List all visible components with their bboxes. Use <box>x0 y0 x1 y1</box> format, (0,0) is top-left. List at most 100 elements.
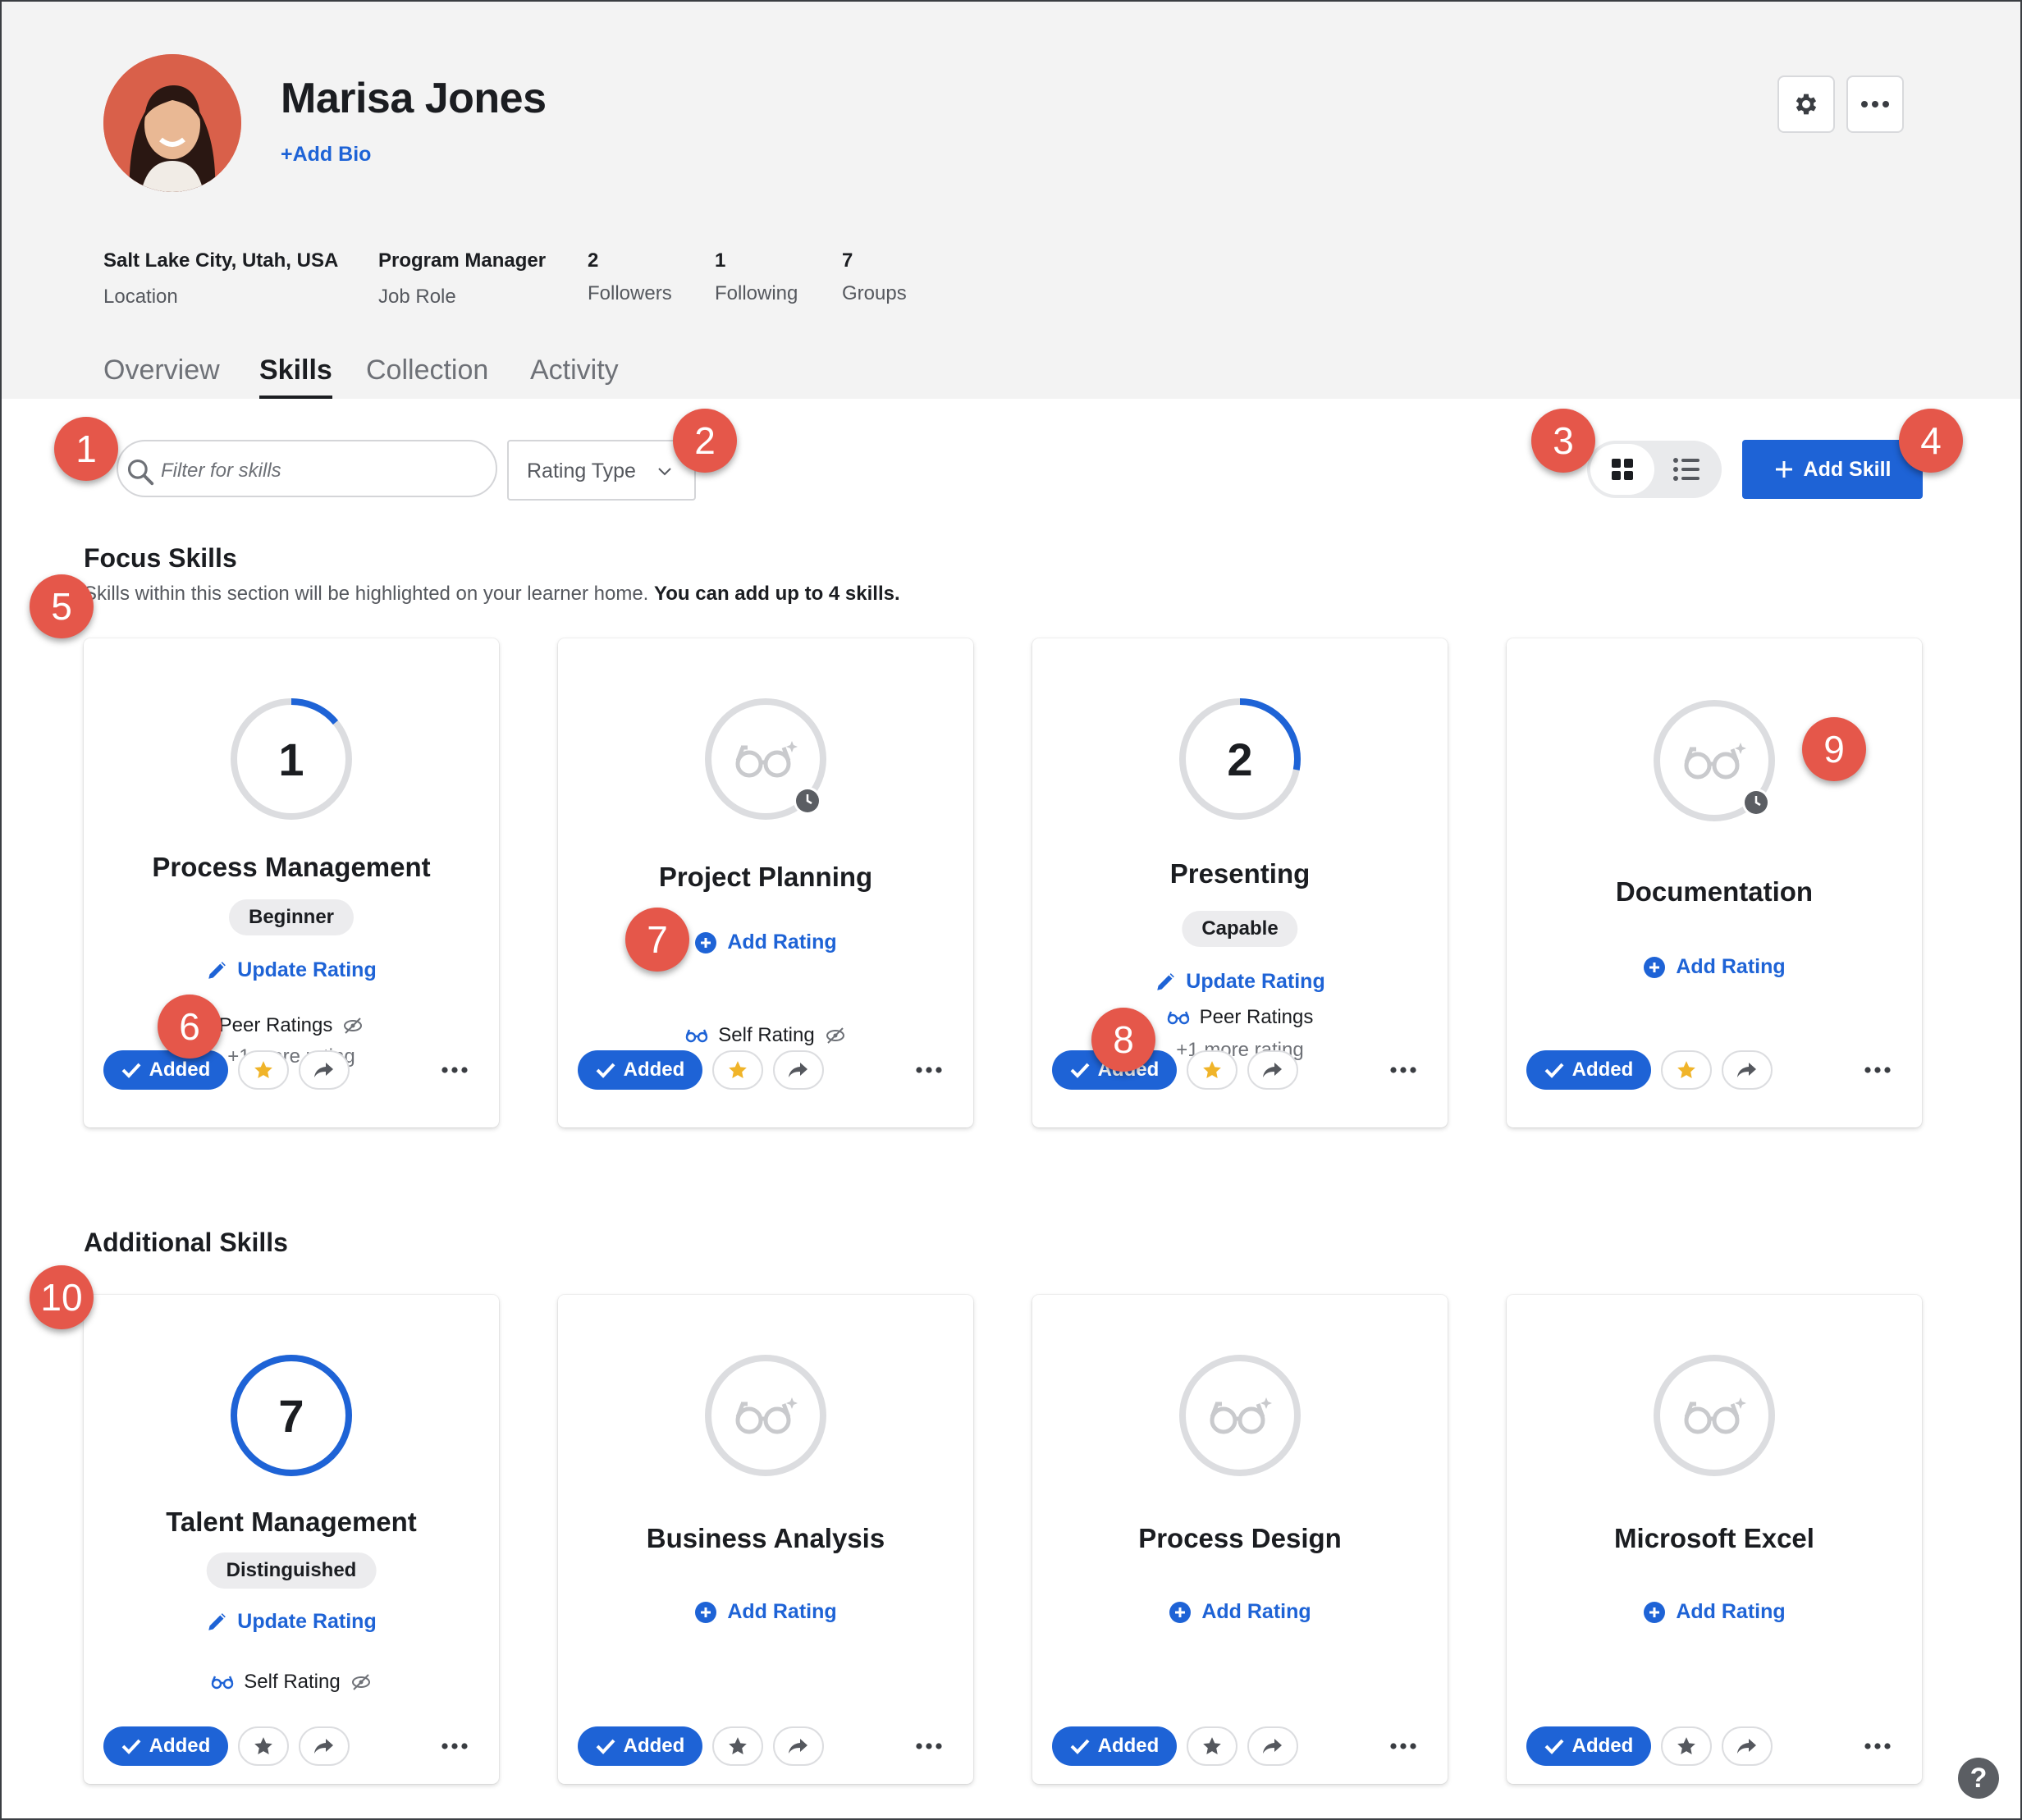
update-rating-link[interactable]: Update Rating <box>84 958 499 982</box>
add-bio-link[interactable]: +Add Bio <box>281 143 371 167</box>
focus-star-button[interactable] <box>1187 1050 1237 1090</box>
added-label: Added <box>623 1059 685 1081</box>
share-icon <box>1737 1739 1756 1754</box>
card-more-button[interactable] <box>1861 1726 1894 1766</box>
glasses-icon <box>1167 1011 1189 1025</box>
skill-card[interactable]: Microsoft Excel Add Rating Added <box>1507 1295 1922 1784</box>
focus-star-button[interactable] <box>712 1726 763 1766</box>
card-more-button[interactable] <box>913 1050 945 1090</box>
added-button[interactable]: Added <box>1526 1726 1651 1766</box>
added-button[interactable]: Added <box>103 1050 228 1090</box>
add-rating-link[interactable]: Add Rating <box>1507 1600 1922 1624</box>
skill-card[interactable]: Process Design Add Rating Added <box>1032 1295 1448 1784</box>
skill-card[interactable]: Documentation Add Rating Added <box>1507 638 1922 1127</box>
meta-label: Groups <box>842 282 907 304</box>
eye-off-icon <box>826 1027 844 1044</box>
skill-title: Process Management <box>152 852 431 882</box>
meta-value: Program Manager <box>378 249 547 272</box>
focus-star-button[interactable] <box>1661 1050 1712 1090</box>
added-label: Added <box>149 1735 211 1757</box>
meta-value: 1 <box>715 249 726 272</box>
settings-button[interactable] <box>1777 75 1835 133</box>
profile-header: Marisa Jones +Add Bio Salt Lake City, Ut… <box>2 2 2020 399</box>
card-more-button[interactable] <box>438 1726 471 1766</box>
focus-star-button[interactable] <box>712 1050 763 1090</box>
skill-level-number: 1 <box>278 733 304 785</box>
focus-star-button[interactable] <box>1661 1726 1712 1766</box>
update-rating-link[interactable]: Update Rating <box>1032 970 1448 994</box>
callout-marker: 3 <box>1531 409 1595 473</box>
tab-skills[interactable]: Skills <box>259 354 332 399</box>
skill-card[interactable]: 7 Talent Management Distinguished Update… <box>84 1295 499 1784</box>
star-icon <box>1203 1737 1221 1754</box>
skill-card[interactable]: Business Analysis Add Rating Added <box>558 1295 973 1784</box>
tab-activity[interactable]: Activity <box>530 354 619 386</box>
list-view-button[interactable] <box>1654 444 1718 495</box>
focus-skills-description: Skills within this section will be highl… <box>84 583 900 606</box>
add-rating-link[interactable]: Add Rating <box>558 931 973 954</box>
meta-following[interactable]: 1 Following <box>715 249 798 305</box>
skill-unrated-ring <box>1651 1352 1777 1479</box>
share-button[interactable] <box>1247 1726 1298 1766</box>
meta-followers[interactable]: 2 Followers <box>588 249 672 305</box>
grid-view-button[interactable] <box>1590 444 1654 495</box>
filter-skills-input[interactable]: Filter for skills <box>117 440 497 497</box>
more-options-button[interactable] <box>1846 75 1904 133</box>
skill-unrated-ring <box>702 696 829 822</box>
star-icon <box>729 1737 747 1754</box>
add-rating-link[interactable]: Add Rating <box>1507 955 1922 979</box>
more-horizontal-icon <box>916 1743 942 1749</box>
card-more-button[interactable] <box>1861 1050 1894 1090</box>
update-rating-link[interactable]: Update Rating <box>84 1610 499 1634</box>
plus-circle-icon <box>695 1601 717 1623</box>
share-button[interactable] <box>299 1050 350 1090</box>
grid-icon <box>1612 459 1633 480</box>
add-skill-button[interactable]: Add Skill <box>1742 440 1923 499</box>
added-button[interactable]: Added <box>1052 1726 1177 1766</box>
added-button[interactable]: Added <box>578 1050 702 1090</box>
card-more-button[interactable] <box>913 1726 945 1766</box>
tab-overview[interactable]: Overview <box>103 354 220 386</box>
share-button[interactable] <box>1722 1050 1773 1090</box>
added-button[interactable]: Added <box>578 1726 702 1766</box>
rating-type-label: Self Rating <box>718 1024 815 1046</box>
gear-icon <box>1796 94 1817 115</box>
callout-marker: 9 <box>1802 717 1866 781</box>
share-button[interactable] <box>773 1726 824 1766</box>
added-label: Added <box>149 1059 211 1081</box>
meta-label: Followers <box>588 282 672 304</box>
callout-marker: 4 <box>1899 409 1963 473</box>
tab-collection[interactable]: Collection <box>366 354 488 386</box>
meta-groups[interactable]: 7 Groups <box>842 249 907 305</box>
added-button[interactable]: Added <box>103 1726 228 1766</box>
focus-skills-title: Focus Skills <box>84 543 237 573</box>
share-button[interactable] <box>773 1050 824 1090</box>
focus-star-button[interactable] <box>238 1726 289 1766</box>
share-button[interactable] <box>299 1726 350 1766</box>
share-button[interactable] <box>1722 1726 1773 1766</box>
focus-star-button[interactable] <box>1187 1726 1237 1766</box>
card-more-button[interactable] <box>1387 1050 1420 1090</box>
add-rating-link[interactable]: Add Rating <box>1032 1600 1448 1624</box>
meta-label: Location <box>103 286 178 308</box>
rating-info: Self Rating <box>84 1671 499 1694</box>
skill-level-ring: 7 <box>228 1352 355 1479</box>
card-more-button[interactable] <box>438 1050 471 1090</box>
rating-info: Self Rating <box>558 1024 973 1047</box>
help-button[interactable]: ? <box>1958 1758 1999 1799</box>
more-horizontal-icon <box>1864 1743 1891 1749</box>
skill-card[interactable]: Project Planning Add Rating Self Rating … <box>558 638 973 1127</box>
add-rating-link[interactable]: Add Rating <box>558 1600 973 1624</box>
callout-marker: 8 <box>1091 1008 1155 1072</box>
avatar <box>103 54 241 192</box>
added-button[interactable]: Added <box>1526 1050 1651 1090</box>
rating-type-dropdown[interactable]: Rating Type <box>507 440 696 501</box>
focus-star-button[interactable] <box>238 1050 289 1090</box>
skill-card[interactable]: 1 Process Management Beginner Update Rat… <box>84 638 499 1127</box>
share-button[interactable] <box>1247 1050 1298 1090</box>
callout-marker: 7 <box>625 908 689 972</box>
share-icon <box>314 1063 333 1077</box>
pencil-icon <box>208 1612 226 1630</box>
card-more-button[interactable] <box>1387 1726 1420 1766</box>
glasses-icon <box>702 1352 829 1479</box>
